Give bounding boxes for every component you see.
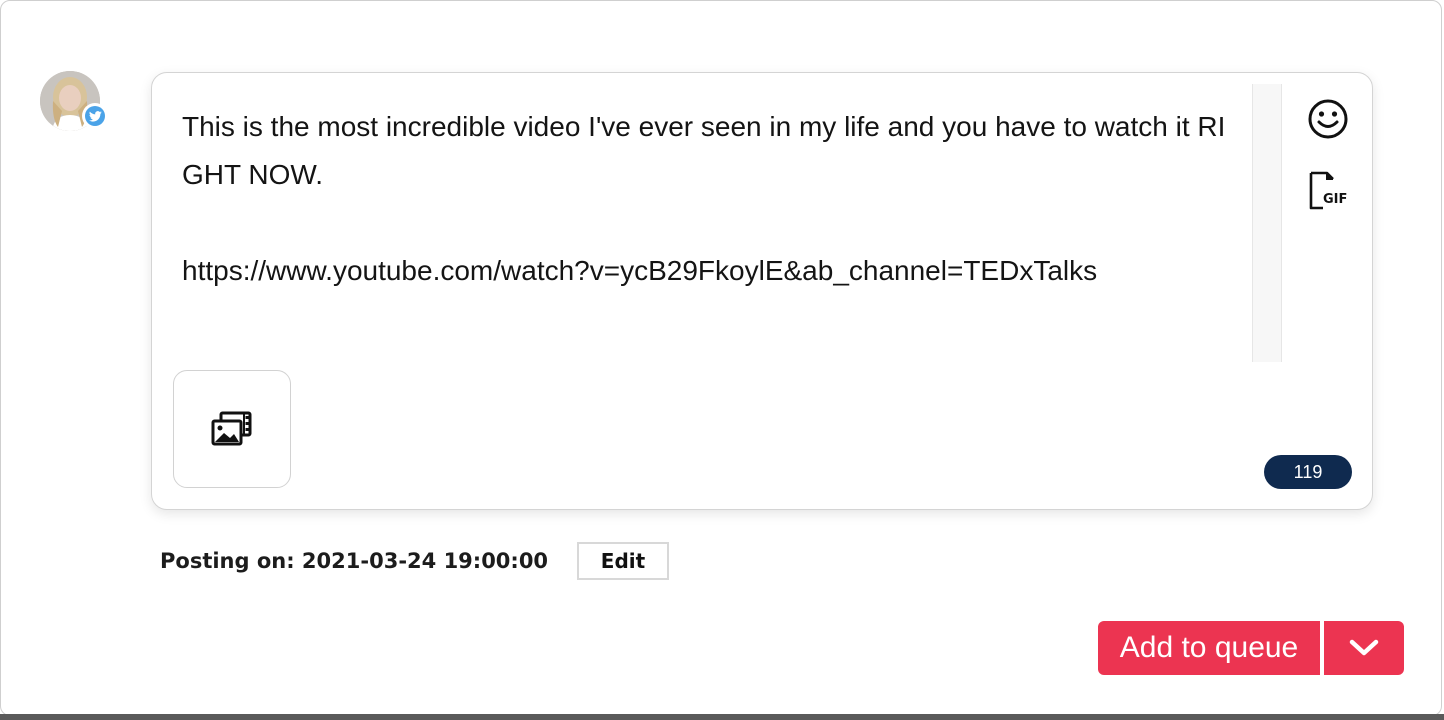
add-media-button[interactable]	[173, 370, 291, 488]
editor-scrollbar[interactable]	[1252, 84, 1282, 362]
character-count-badge: 119	[1264, 455, 1352, 489]
gif-file-icon: GIF	[1309, 171, 1347, 210]
twitter-bird-icon	[88, 110, 102, 122]
edit-schedule-button[interactable]: Edit	[577, 542, 669, 580]
image-gallery-icon	[211, 411, 252, 446]
twitter-badge	[82, 103, 108, 129]
queue-options-dropdown[interactable]	[1324, 621, 1404, 675]
svg-text:GIF: GIF	[1323, 192, 1347, 207]
post-composer: This is the most incredible video I've e…	[151, 72, 1373, 510]
add-to-queue-button[interactable]: Add to queue	[1098, 621, 1320, 675]
smiley-face-icon	[1308, 99, 1348, 139]
gif-button[interactable]: GIF	[1307, 169, 1349, 213]
post-text-editor[interactable]: This is the most incredible video I've e…	[182, 103, 1242, 363]
emoji-button[interactable]	[1306, 97, 1350, 141]
chevron-down-icon	[1349, 639, 1379, 656]
window-bottom-edge	[0, 714, 1444, 720]
posting-schedule-label: Posting on: 2021-03-24 19:00:00	[160, 549, 549, 573]
